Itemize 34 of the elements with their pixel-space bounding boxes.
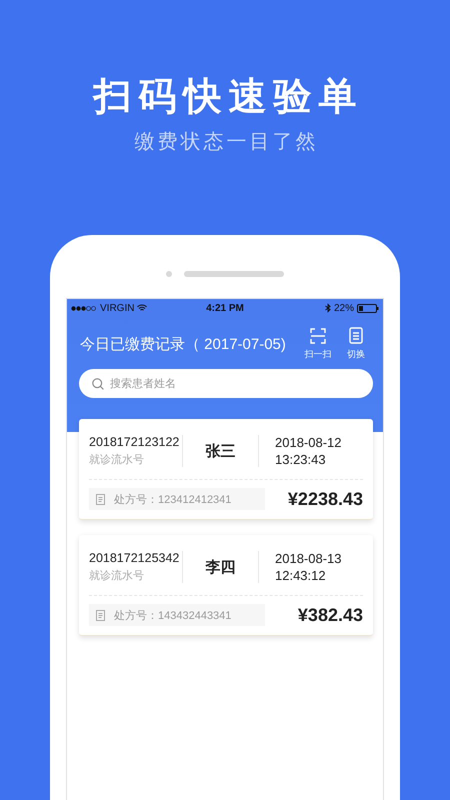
serial-label: 就诊流水号 (89, 452, 145, 467)
record-card[interactable]: 2018172125342 就诊流水号 李四 2018-08-13 12:43:12 处方号：143432443341 ¥382.43 (79, 535, 373, 636)
prescription-number: 处方号：143432443341 (114, 608, 232, 622)
scan-button[interactable]: 扫一扫 (299, 328, 337, 360)
payment-time: 12:43:12 (275, 567, 327, 584)
promo-title: 扫码快速验单 (94, 75, 364, 120)
payment-amount: ¥2238.43 (288, 488, 363, 510)
prescription-number: 处方号：123412412341 (114, 492, 232, 506)
signal-icon (71, 306, 97, 310)
record-card[interactable]: 2018172123122 就诊流水号 张三 2018-08-12 13:23:43 处方号：123412412341 ¥2238.43 (79, 419, 373, 520)
patient-name: 李四 (206, 558, 236, 576)
bluetooth-icon (324, 303, 331, 313)
page-title: 今日已缴费记录（ 2017-07-05) (80, 334, 287, 354)
status-time: 4:21 PM (206, 302, 244, 314)
serial-number: 2018172125342 (89, 551, 180, 565)
carrier-name: VIRGIN (100, 302, 134, 314)
serial-number: 2018172123122 (89, 435, 180, 449)
battery-icon (356, 304, 379, 312)
search-field[interactable]: 搜索患者姓名 (79, 369, 373, 398)
patient-name: 张三 (206, 442, 236, 460)
payment-date: 2018-08-13 (275, 550, 342, 567)
wifi-icon (137, 304, 148, 312)
camera-dot (166, 270, 172, 276)
document-icon (349, 327, 363, 344)
battery-percent: 22% (334, 302, 354, 314)
payment-amount: ¥382.43 (298, 604, 363, 626)
document-icon (96, 494, 105, 504)
payment-time: 13:23:43 (275, 451, 327, 468)
scan-icon (310, 328, 326, 344)
document-icon (96, 610, 105, 620)
promo-subtitle: 缴费状态一目了然 (134, 130, 318, 154)
serial-label: 就诊流水号 (89, 568, 145, 583)
payment-date: 2018-08-12 (275, 434, 342, 451)
switch-button[interactable]: 切换 (337, 327, 375, 361)
